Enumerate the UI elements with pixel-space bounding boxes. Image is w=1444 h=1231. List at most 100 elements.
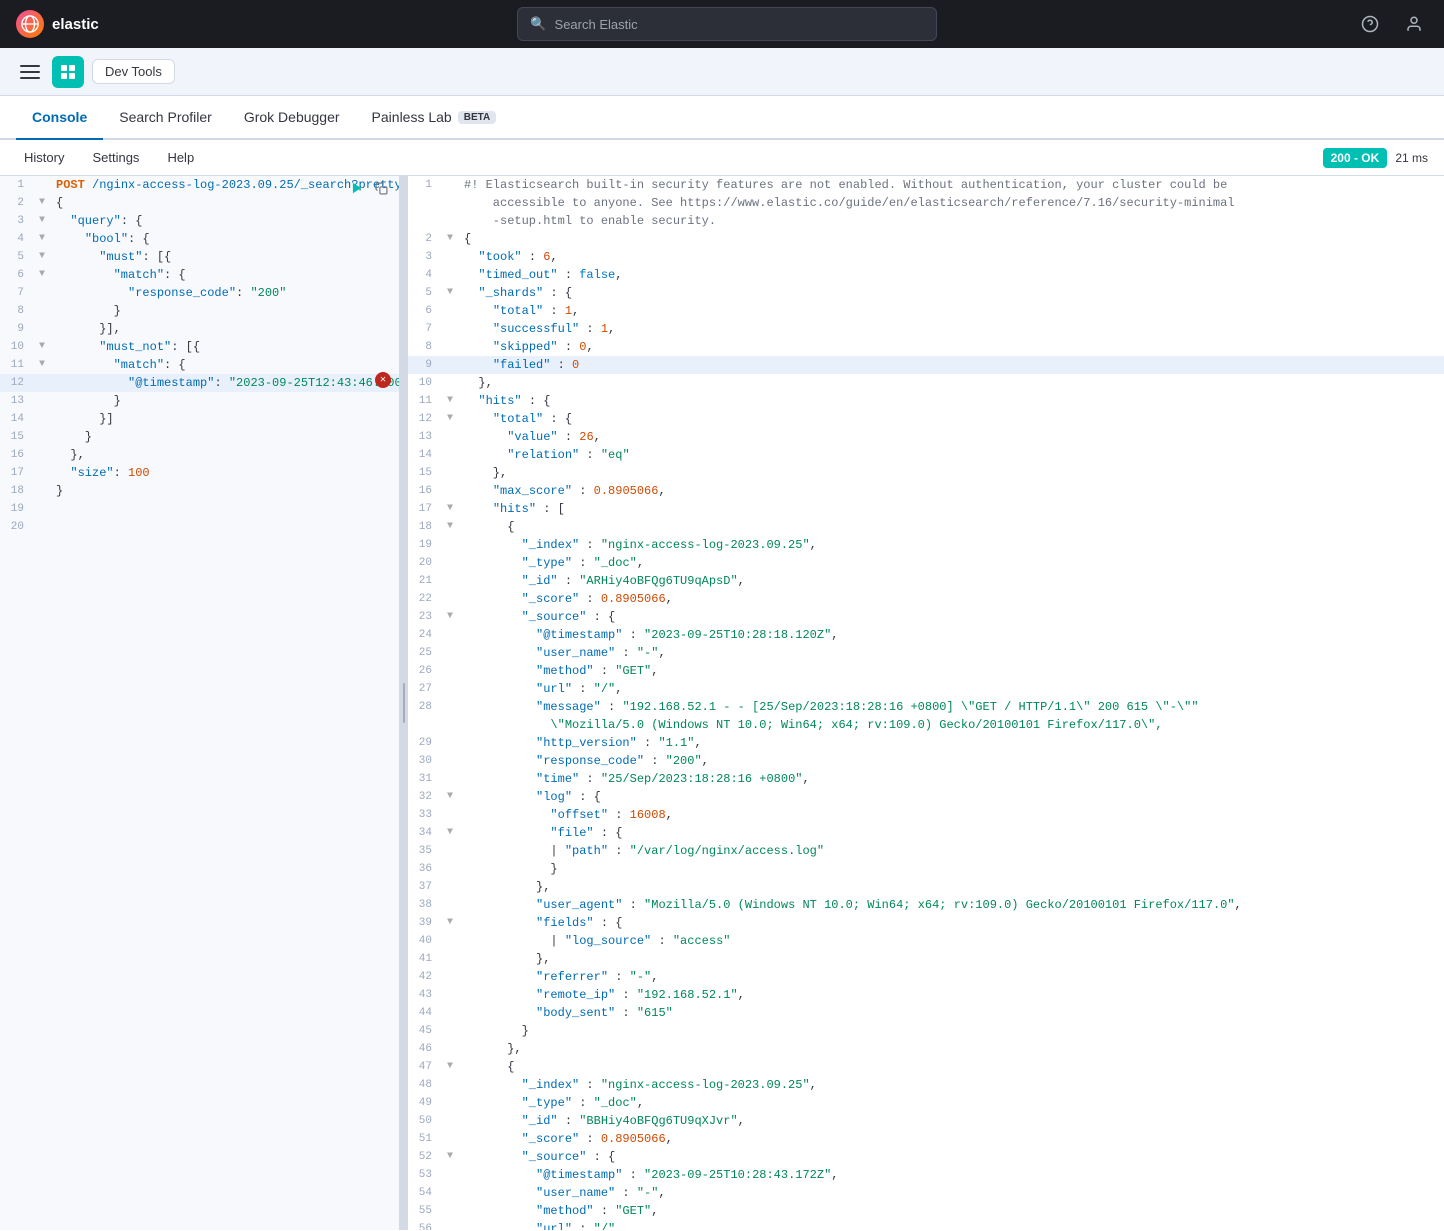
- right-output-panel[interactable]: 1 #! Elasticsearch built-in security fea…: [408, 176, 1444, 1230]
- output-line: 12 ▼ "total" : {: [408, 410, 1444, 428]
- top-navigation: elastic 🔍 Search Elastic: [0, 0, 1444, 48]
- output-line: 16 "max_score" : 0.8905066,: [408, 482, 1444, 500]
- elastic-wordmark: elastic: [52, 16, 99, 33]
- output-line: 40 | "log_source" : "access": [408, 932, 1444, 950]
- output-line: 23 ▼ "_source" : {: [408, 608, 1444, 626]
- tab-console[interactable]: Console: [16, 96, 103, 140]
- code-line: 3 ▼ "query": {: [0, 212, 399, 230]
- tab-grok-debugger[interactable]: Grok Debugger: [228, 96, 356, 140]
- output-line: 5 ▼ "_shards" : {: [408, 284, 1444, 302]
- output-line: 54 "user_name" : "-",: [408, 1184, 1444, 1202]
- search-icon: 🔍: [530, 16, 546, 32]
- error-icon: ✕: [375, 372, 391, 388]
- code-line: 15 }: [0, 428, 399, 446]
- output-line: 32 ▼ "log" : {: [408, 788, 1444, 806]
- output-line: 1 #! Elasticsearch built-in security fea…: [408, 176, 1444, 194]
- main-content: 1 POST /nginx-access-log-2023.09.25/_sea…: [0, 176, 1444, 1230]
- resizer-handle: ⋮: [403, 683, 405, 723]
- elastic-logo[interactable]: elastic: [16, 10, 99, 38]
- code-line: 13 }: [0, 392, 399, 410]
- output-line: 36 }: [408, 860, 1444, 878]
- help-button[interactable]: Help: [159, 146, 202, 169]
- output-line: 43 "remote_ip" : "192.168.52.1",: [408, 986, 1444, 1004]
- output-line: 35 | "path" : "/var/log/nginx/access.log…: [408, 842, 1444, 860]
- output-line: 18 ▼ {: [408, 518, 1444, 536]
- code-line: 7 "response_code": "200": [0, 284, 399, 302]
- output-line: accessible to anyone. See https://www.el…: [408, 194, 1444, 212]
- output-line: 50 "_id" : "BBHiy4oBFQg6TU9qXJvr",: [408, 1112, 1444, 1130]
- tab-painless-lab[interactable]: Painless Lab BETA: [356, 96, 513, 140]
- code-line: 10 ▼ "must_not": [{: [0, 338, 399, 356]
- request-line: 1 POST /nginx-access-log-2023.09.25/_sea…: [0, 176, 399, 194]
- output-line: 27 "url" : "/",: [408, 680, 1444, 698]
- history-button[interactable]: History: [16, 146, 72, 169]
- dev-tools-button[interactable]: Dev Tools: [92, 59, 175, 84]
- output-line: 6 "total" : 1,: [408, 302, 1444, 320]
- output-line: 8 "skipped" : 0,: [408, 338, 1444, 356]
- user-icon[interactable]: [1400, 10, 1428, 38]
- output-line: 20 "_type" : "_doc",: [408, 554, 1444, 572]
- output-line: 45 }: [408, 1022, 1444, 1040]
- output-line: 56 "url" : "/",: [408, 1220, 1444, 1230]
- code-line: 6 ▼ "match": {: [0, 266, 399, 284]
- output-line: 7 "successful" : 1,: [408, 320, 1444, 338]
- apps-icon[interactable]: [52, 56, 84, 88]
- output-line: 22 "_score" : 0.8905066,: [408, 590, 1444, 608]
- output-line: 31 "time" : "25/Sep/2023:18:28:16 +0800"…: [408, 770, 1444, 788]
- code-line: 18 }: [0, 482, 399, 500]
- output-line: 55 "method" : "GET",: [408, 1202, 1444, 1220]
- output-line: 37 },: [408, 878, 1444, 896]
- panel-resizer[interactable]: ⋮: [400, 176, 408, 1230]
- output-line: 17 ▼ "hits" : [: [408, 500, 1444, 518]
- output-line: 51 "_score" : 0.8905066,: [408, 1130, 1444, 1148]
- code-line: 20: [0, 518, 399, 536]
- output-line: 10 },: [408, 374, 1444, 392]
- output-line: 4 "timed_out" : false,: [408, 266, 1444, 284]
- output-line: 24 "@timestamp" : "2023-09-25T10:28:18.1…: [408, 626, 1444, 644]
- output-line: 2 ▼ {: [408, 230, 1444, 248]
- output-line: 15 },: [408, 464, 1444, 482]
- copy-button[interactable]: [371, 178, 391, 198]
- search-bar[interactable]: 🔍 Search Elastic: [517, 7, 937, 41]
- output-line: 48 "_index" : "nginx-access-log-2023.09.…: [408, 1076, 1444, 1094]
- code-line: 2 ▼ {: [0, 194, 399, 212]
- code-line: 5 ▼ "must": [{: [0, 248, 399, 266]
- code-editor[interactable]: 1 POST /nginx-access-log-2023.09.25/_sea…: [0, 176, 399, 1230]
- output-line: 3 "took" : 6,: [408, 248, 1444, 266]
- output-line: -setup.html to enable security.: [408, 212, 1444, 230]
- output-line: 34 ▼ "file" : {: [408, 824, 1444, 842]
- code-line: 4 ▼ "bool": {: [0, 230, 399, 248]
- code-line: 14 }]: [0, 410, 399, 428]
- editor-action-buttons: [347, 178, 391, 198]
- code-line: 19: [0, 500, 399, 518]
- output-line: 39 ▼ "fields" : {: [408, 914, 1444, 932]
- output-line: 42 "referrer" : "-",: [408, 968, 1444, 986]
- toolbar: History Settings Help 200 - OK 21 ms: [0, 140, 1444, 176]
- tab-bar: Console Search Profiler Grok Debugger Pa…: [0, 96, 1444, 140]
- output-line: 14 "relation" : "eq": [408, 446, 1444, 464]
- output-line: 19 "_index" : "nginx-access-log-2023.09.…: [408, 536, 1444, 554]
- search-bar-container: 🔍 Search Elastic: [115, 7, 1340, 41]
- output-line: 52 ▼ "_source" : {: [408, 1148, 1444, 1166]
- output-line-highlighted: 9 "failed" : 0: [408, 356, 1444, 374]
- left-editor-panel[interactable]: 1 POST /nginx-access-log-2023.09.25/_sea…: [0, 176, 400, 1230]
- elastic-logo-icon: [16, 10, 44, 38]
- output-line: 25 "user_name" : "-",: [408, 644, 1444, 662]
- output-line: 11 ▼ "hits" : {: [408, 392, 1444, 410]
- code-line-highlighted: 12 "@timestamp": "2023-09-25T12:43:46.00…: [0, 374, 399, 392]
- output-line: 13 "value" : 26,: [408, 428, 1444, 446]
- output-line: 41 },: [408, 950, 1444, 968]
- code-line: 8 }: [0, 302, 399, 320]
- tab-search-profiler[interactable]: Search Profiler: [103, 96, 228, 140]
- output-line: 29 "http_version" : "1.1",: [408, 734, 1444, 752]
- help-icon[interactable]: [1356, 10, 1384, 38]
- code-line: 9 }],: [0, 320, 399, 338]
- output-line: 44 "body_sent" : "615": [408, 1004, 1444, 1022]
- hamburger-menu[interactable]: [16, 58, 44, 86]
- error-indicator: ✕: [375, 372, 391, 388]
- status-badge-container: 200 - OK 21 ms: [1323, 148, 1428, 168]
- run-button[interactable]: [347, 178, 367, 198]
- output-line: 30 "response_code" : "200",: [408, 752, 1444, 770]
- code-line: 16 },: [0, 446, 399, 464]
- settings-button[interactable]: Settings: [84, 146, 147, 169]
